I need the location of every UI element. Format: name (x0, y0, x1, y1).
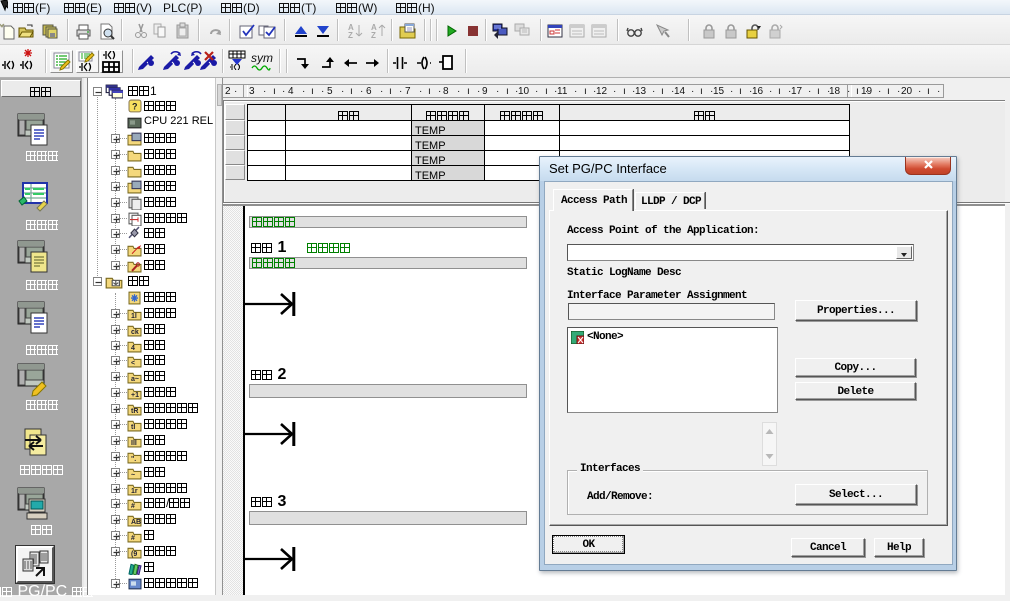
svg-text:~: ~ (131, 470, 135, 479)
svg-text:Ill: Ill (131, 438, 137, 447)
svg-text:+1: +1 (131, 390, 139, 399)
svg-text:(9: (9 (131, 549, 137, 558)
svg-text:tI: tI (131, 422, 135, 431)
svg-text:Z: Z (371, 31, 376, 40)
svg-text:Z: Z (348, 31, 353, 40)
svg-text:#: # (131, 501, 135, 510)
svg-text:".: ". (131, 454, 136, 463)
svg-text:?: ? (132, 101, 138, 111)
svg-text:a~: a~ (131, 374, 139, 383)
svg-text:ck: ck (131, 327, 140, 336)
svg-text:AB: AB (131, 517, 141, 526)
svg-text:1r: 1r (131, 486, 138, 495)
svg-text:#: # (131, 533, 135, 542)
svg-text:4: 4 (131, 343, 135, 352)
svg-text:1l: 1l (131, 311, 137, 320)
svg-text:<: < (131, 358, 135, 367)
svg-text:tR: tR (131, 406, 139, 415)
